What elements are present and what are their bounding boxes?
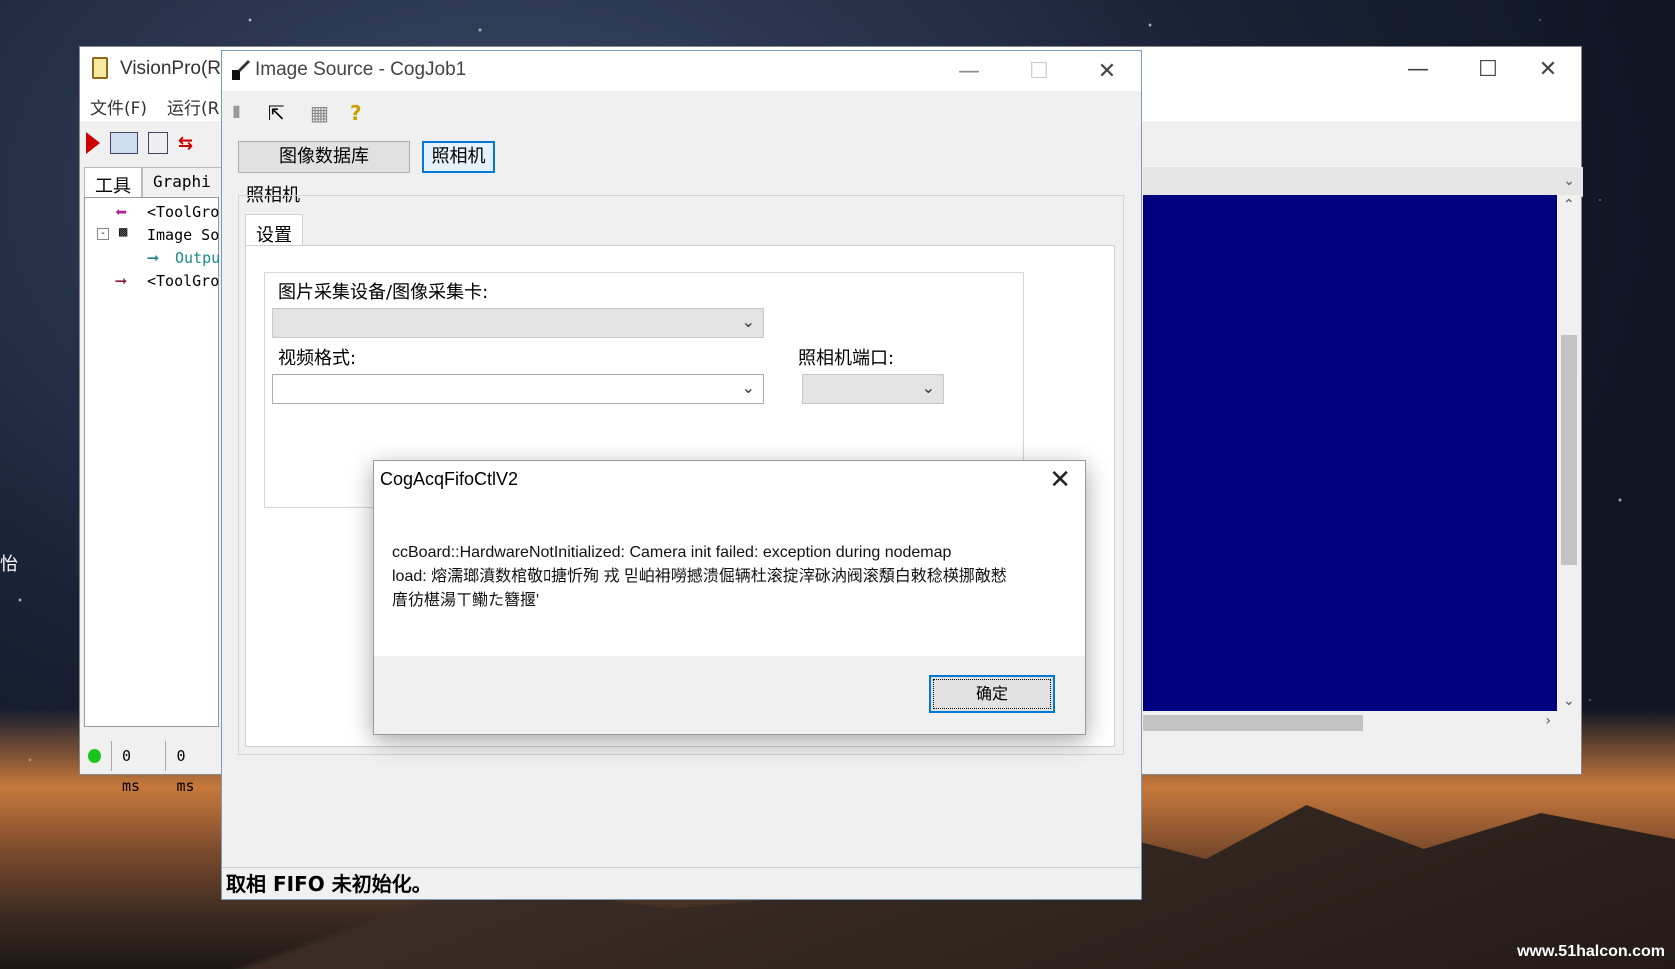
dialog-title: CogAcqFifoCtlV2 <box>380 469 519 489</box>
display-horizontal-scrollbar[interactable]: › <box>1143 711 1557 735</box>
chevron-down-icon: ⌄ <box>741 312 755 331</box>
input-arrow-icon: ⬅ <box>115 200 128 224</box>
image-source-titlebar: Image Source - CogJob1 — ☐ ✕ <box>222 51 1141 91</box>
main-window-title: VisionPro(R <box>120 58 222 79</box>
dialog-close-button[interactable]: ✕ <box>1049 465 1071 495</box>
status-total-time: 0 ms <box>110 741 166 795</box>
scroll-right-icon[interactable]: › <box>1545 713 1551 729</box>
display-vertical-scrollbar[interactable]: ⌃ ⌄ <box>1557 195 1581 711</box>
image-source-minimize-button[interactable]: — <box>934 51 1004 91</box>
output-arrow-icon: ➞ <box>147 246 160 270</box>
camera-icon: ▩ <box>119 224 128 240</box>
main-minimize-button[interactable]: — <box>1383 47 1453 91</box>
input-output-icon[interactable]: ⇆ <box>178 133 193 154</box>
image-source-close-button[interactable]: ✕ <box>1072 51 1142 91</box>
tool-tree: ⬅ <ToolGro - ▩ Image So ➞ Outpu ➞ <ToolG… <box>84 197 220 727</box>
desktop-edge-text: 怡 <box>0 554 18 575</box>
camera-small-icon[interactable]: ▮ <box>232 101 241 120</box>
device-label: 图片采集设备/图像采集卡: <box>278 282 489 303</box>
tab-tools[interactable]: 工具 <box>84 167 142 197</box>
scroll-down-icon[interactable]: ⌄ <box>1563 693 1575 709</box>
menu-file[interactable]: 文件(F) <box>90 94 147 119</box>
main-status-bar: 0 ms 0 ms <box>80 737 220 795</box>
image-source-title: Image Source - CogJob1 <box>255 59 467 80</box>
image-source-maximize-button: ☐ <box>1029 58 1049 84</box>
visionpro-app-icon <box>92 57 108 79</box>
dialog-message-line: load: 熔濡瑯濆数棺敬ﾛ搪忻殉 戎 믿岶衻嘮撼溃倔辆杜滚掟滓砯汭阀滚頺白敕稔… <box>392 568 1007 585</box>
status-tool-time: 0 ms <box>165 741 220 795</box>
display-header: ⌄ <box>1143 167 1583 197</box>
output-group-arrow-icon: ➞ <box>115 269 128 293</box>
watermark: www.51halcon.com <box>1517 943 1665 960</box>
camera-port-label: 照相机端口: <box>798 348 895 369</box>
help-icon[interactable]: ? <box>350 101 362 125</box>
region-icon[interactable]: ▦ <box>310 101 329 125</box>
main-toolbar: ⇆ <box>80 123 220 163</box>
edit-pointer-icon[interactable]: ⇱ <box>268 101 285 125</box>
dialog-message-line: ccBoard::HardwareNotInitialized: Camera … <box>392 544 952 561</box>
dialog-message-line: 庴彷椹湯ㄒ鳓た簪揠' <box>392 592 540 609</box>
copy-icon[interactable] <box>148 132 168 154</box>
image-source-toolbar: ▮ ⇱ ▦ ? <box>222 93 1141 133</box>
ok-button[interactable]: 确定 <box>929 675 1055 713</box>
main-close-button[interactable]: ✕ <box>1513 47 1583 91</box>
horizontal-scroll-thumb[interactable] <box>1143 715 1363 731</box>
scroll-up-icon[interactable]: ⌃ <box>1563 197 1575 213</box>
image-database-button[interactable]: 图像数据库 <box>238 141 410 173</box>
chevron-down-icon: ⌄ <box>921 378 935 397</box>
device-select[interactable]: ⌄ <box>272 308 764 338</box>
run-icon[interactable] <box>86 132 100 154</box>
chevron-down-icon[interactable]: ⌄ <box>1563 173 1575 189</box>
camera-port-select[interactable]: ⌄ <box>802 374 944 404</box>
video-format-select[interactable]: ⌄ <box>272 374 764 404</box>
dialog-footer: 确定 <box>374 656 1085 734</box>
status-ok-icon <box>88 749 101 763</box>
image-display[interactable] <box>1143 195 1557 711</box>
collapse-icon[interactable]: - <box>97 228 109 240</box>
brush-icon <box>232 60 250 80</box>
left-tab-strip: 工具 Graphi <box>84 167 222 197</box>
chevron-down-icon: ⌄ <box>741 378 755 397</box>
error-dialog: CogAcqFifoCtlV2 ✕ ccBoard::HardwareNotIn… <box>373 460 1086 735</box>
menu-run[interactable]: 运行(R <box>167 94 219 119</box>
display-toggle-icon[interactable] <box>110 132 138 154</box>
vertical-scroll-thumb[interactable] <box>1561 335 1577 565</box>
image-source-status: 取相 FIFO 未初始化。 <box>222 867 1141 899</box>
dialog-message: ccBoard::HardwareNotInitialized: Camera … <box>392 541 1032 613</box>
video-format-label: 视频格式: <box>278 348 357 369</box>
tab-graphics[interactable]: Graphi <box>142 167 222 197</box>
camera-button[interactable]: 照相机 <box>422 141 495 173</box>
